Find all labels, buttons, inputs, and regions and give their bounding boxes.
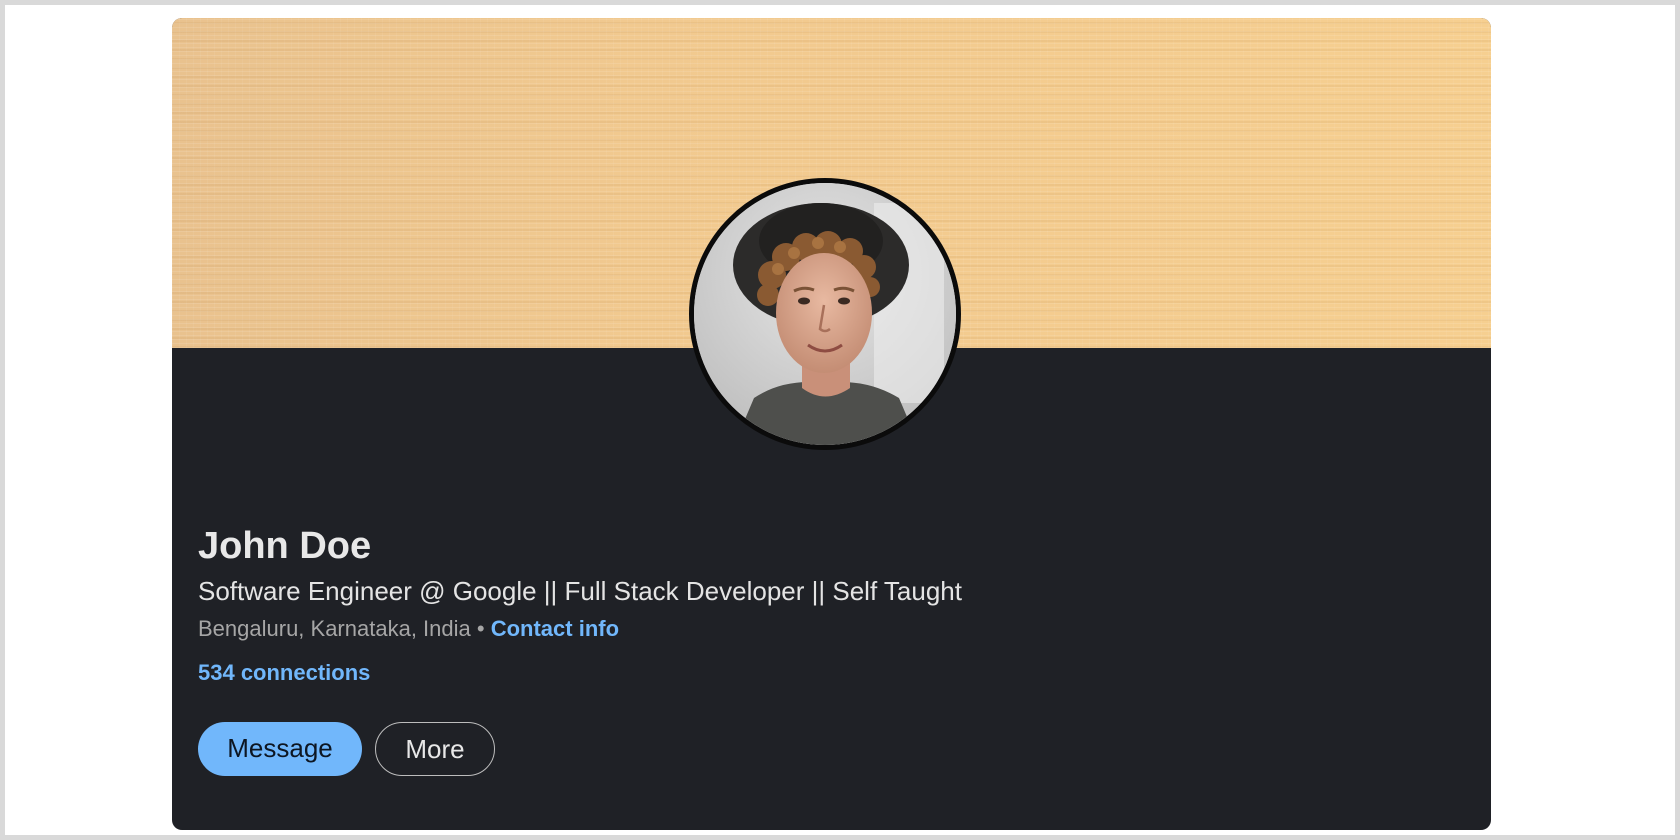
profile-info: John Doe Software Engineer @ Google || F… — [198, 524, 1465, 688]
separator-dot: • — [476, 616, 485, 641]
profile-actions: Message More — [198, 722, 495, 776]
location-row: Bengaluru, Karnataka, India • Contact in… — [198, 614, 1465, 644]
profile-headline: Software Engineer @ Google || Full Stack… — [198, 576, 962, 606]
contact-info-link[interactable]: Contact info — [491, 616, 619, 641]
avatar-photo — [694, 183, 956, 445]
profile-name: John Doe — [198, 525, 372, 567]
page-frame: John Doe Software Engineer @ Google || F… — [0, 0, 1680, 840]
profile-location: Bengaluru, Karnataka, India — [198, 616, 471, 641]
more-button[interactable]: More — [375, 722, 495, 776]
connections-link[interactable]: 534 connections — [198, 658, 370, 688]
profile-avatar[interactable] — [689, 178, 961, 450]
profile-card: John Doe Software Engineer @ Google || F… — [172, 18, 1491, 830]
message-button[interactable]: Message — [198, 722, 362, 776]
